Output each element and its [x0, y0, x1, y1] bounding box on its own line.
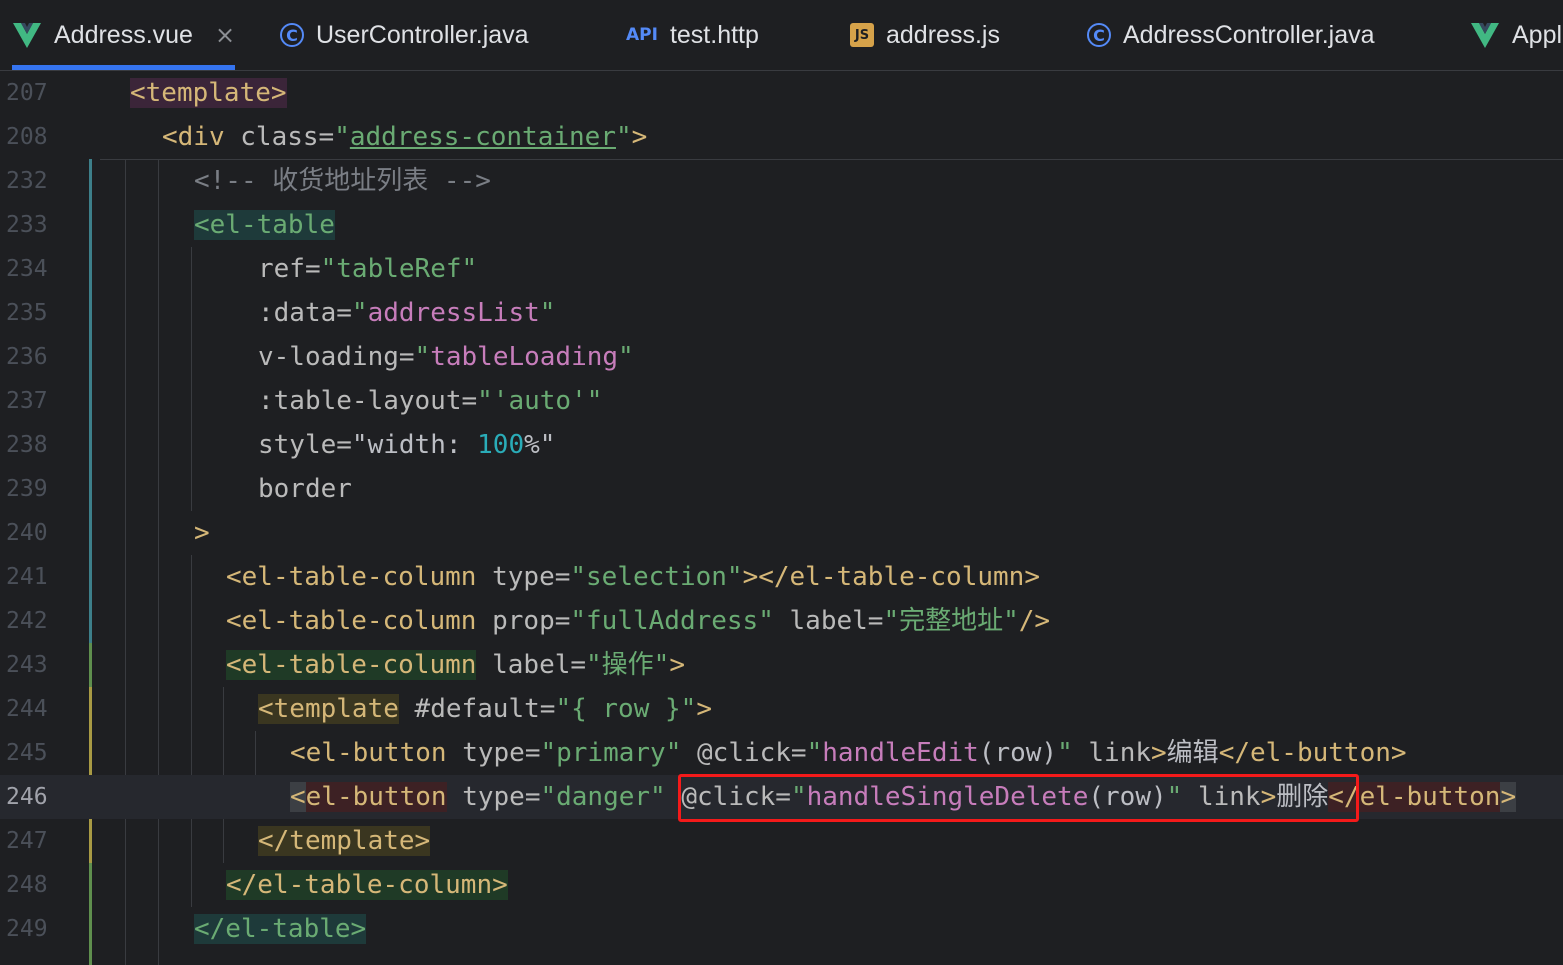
line-number: 247 [6, 828, 48, 854]
code-text: <template> [130, 78, 287, 108]
line-number: 243 [6, 652, 48, 678]
code-text: :data="addressList" [258, 298, 556, 328]
editor-tab-bar: Address.vue × C UserController.java API … [0, 0, 1563, 71]
code-line[interactable]: 239 border [0, 467, 1563, 511]
code-line[interactable]: 237 :table-layout="'auto'" [0, 379, 1563, 423]
line-number: 236 [6, 344, 48, 370]
code-text: <el-button type="primary" @click="handle… [290, 738, 1407, 768]
code-line[interactable]: 244 <template #default="{ row }"> [0, 687, 1563, 731]
line-number: 208 [6, 124, 48, 150]
tab-label: address.js [886, 20, 1000, 49]
tab-addresscontroller-java[interactable]: C AddressController.java [1087, 0, 1375, 70]
code-text: > [194, 518, 210, 548]
code-text: <!-- 收货地址列表 --> [194, 166, 491, 196]
api-icon: API [626, 25, 658, 45]
code-line[interactable]: 208 <div class="address-container"> [0, 115, 1563, 159]
line-number: 249 [6, 916, 48, 942]
code-line[interactable]: 207 <template> [0, 71, 1563, 115]
code-text: ref="tableRef" [258, 254, 478, 284]
tab-test-http[interactable]: API test.http [626, 0, 759, 70]
code-text: </el-table-column> [226, 870, 508, 900]
code-line[interactable]: 234 ref="tableRef" [0, 247, 1563, 291]
code-text: <div class="address-container"> [162, 122, 648, 152]
code-line[interactable]: 249 </el-table> [0, 907, 1563, 951]
code-text: <el-table-column type="selection"></el-t… [226, 562, 1040, 592]
close-icon[interactable]: × [215, 21, 235, 49]
code-text: v-loading="tableLoading" [258, 342, 634, 372]
line-number: 244 [6, 696, 48, 722]
line-number: 237 [6, 388, 48, 414]
code-text: </el-table> [194, 914, 367, 944]
code-text: border [258, 474, 352, 504]
code-line[interactable]: 232 <!-- 收货地址列表 --> [0, 159, 1563, 203]
code-line[interactable]: 247 </template> [0, 819, 1563, 863]
line-number: 239 [6, 476, 48, 502]
line-number: 241 [6, 564, 48, 590]
tab-label: Address.vue [54, 20, 193, 49]
line-number: 246 [6, 784, 48, 810]
vue-icon [1470, 20, 1500, 50]
line-number: 248 [6, 872, 48, 898]
code-line[interactable]: 236 v-loading="tableLoading" [0, 335, 1563, 379]
tab-label: UserController.java [316, 20, 529, 49]
line-number: 233 [6, 212, 48, 238]
js-icon: JS [850, 23, 874, 47]
line-number: 240 [6, 520, 48, 546]
line-number: 234 [6, 256, 48, 282]
vue-icon [12, 20, 42, 50]
tab-usercontroller-java[interactable]: C UserController.java [280, 0, 529, 70]
code-text: </template> [258, 826, 431, 856]
tab-address-vue[interactable]: Address.vue × [12, 0, 236, 70]
annotation-highlight-box [678, 774, 1359, 822]
line-number: 232 [6, 168, 48, 194]
code-text: <el-table [194, 210, 335, 240]
code-text: <el-table-column prop="fullAddress" labe… [226, 606, 1051, 636]
class-icon: C [1087, 23, 1111, 47]
line-number: 238 [6, 432, 48, 458]
line-number: 235 [6, 300, 48, 326]
code-line[interactable]: 242 <el-table-column prop="fullAddress" … [0, 599, 1563, 643]
tab-label: AddressController.java [1123, 20, 1375, 49]
code-line[interactable]: 240 > [0, 511, 1563, 555]
code-line[interactable]: 233 <el-table [0, 203, 1563, 247]
line-number: 245 [6, 740, 48, 766]
code-text: <el-table-column label="操作"> [226, 650, 685, 680]
line-number: 207 [6, 80, 48, 106]
tab-label: test.http [669, 20, 759, 49]
code-line[interactable]: 238 style="width: 100%" [0, 423, 1563, 467]
code-line[interactable]: 245 <el-button type="primary" @click="ha… [0, 731, 1563, 775]
tab-label: Appl [1512, 20, 1563, 49]
code-line[interactable]: 241 <el-table-column type="selection"></… [0, 555, 1563, 599]
tab-address-js[interactable]: JS address.js [850, 0, 1000, 70]
code-text: style="width: 100%" [258, 430, 556, 460]
line-number: 242 [6, 608, 48, 634]
code-editor[interactable]: 207 <template> 208 <div class="address-c… [0, 71, 1563, 965]
class-icon: C [280, 23, 304, 47]
code-text: :table-layout="'auto'" [258, 386, 603, 416]
code-line[interactable]: 243 <el-table-column label="操作"> [0, 643, 1563, 687]
code-text: <template #default="{ row }"> [258, 694, 712, 724]
code-line[interactable]: 235 :data="addressList" [0, 291, 1563, 335]
tab-app-vue[interactable]: Appl [1470, 0, 1562, 70]
code-line[interactable]: 248 </el-table-column> [0, 863, 1563, 907]
